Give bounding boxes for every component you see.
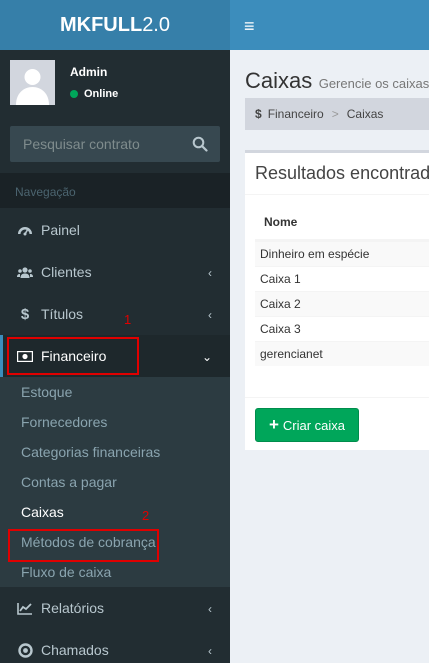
user-panel: Admin Online xyxy=(0,50,230,124)
submenu-item-fornecedores[interactable]: Fornecedores xyxy=(0,407,230,437)
search-form xyxy=(10,126,220,162)
financeiro-submenu: Estoque Fornecedores Categorias financei… xyxy=(0,377,230,587)
sidebar-item-label: Clientes xyxy=(41,264,92,280)
dollar-icon: $ xyxy=(255,107,262,121)
sidebar-item-label: Chamados xyxy=(41,642,109,658)
sidebar: MKFULL2.0 Admin Online Navegação xyxy=(0,0,230,663)
submenu-item-contas-a-pagar[interactable]: Contas a pagar xyxy=(0,467,230,497)
submenu-item-estoque[interactable]: Estoque xyxy=(0,377,230,407)
line-chart-icon xyxy=(17,600,33,616)
sidebar-item-titulos[interactable]: $ Títulos ‹ xyxy=(0,293,230,335)
user-name: Admin xyxy=(70,65,108,79)
table-row[interactable]: Caixa 1 xyxy=(255,266,429,291)
page-title: Caixas xyxy=(245,68,313,93)
sidebar-item-label: Relatórios xyxy=(41,600,105,616)
submenu-item-metodos-de-cobranca[interactable]: Métodos de cobrança xyxy=(0,527,230,557)
nav-header: Navegação xyxy=(0,173,230,208)
money-icon xyxy=(17,348,33,364)
dashboard-icon xyxy=(17,222,33,238)
chevron-left-icon: ‹ xyxy=(208,602,212,616)
results-title: Resultados encontrado xyxy=(255,163,429,183)
sidebar-item-label: Títulos xyxy=(41,306,84,322)
column-header-nome[interactable]: Nome xyxy=(255,205,429,241)
users-icon xyxy=(17,264,33,280)
sidebar-item-label: Financeiro xyxy=(41,348,107,364)
sidebar-item-relatorios[interactable]: Relatórios ‹ xyxy=(0,587,230,629)
dollar-icon: $ xyxy=(20,305,30,323)
divider xyxy=(245,397,429,398)
create-caixa-button[interactable]: + Criar caixa xyxy=(255,408,359,442)
caixas-table: Nome Dinheiro em espécie Caixa 1 Caixa 2… xyxy=(255,205,429,366)
table-row[interactable]: gerencianet xyxy=(255,341,429,366)
chevron-left-icon: ‹ xyxy=(208,308,212,322)
logo-light: 2.0 xyxy=(142,13,170,36)
sidebar-item-chamados[interactable]: Chamados ‹ xyxy=(0,629,230,663)
main-content: Caixas Gerencie os caixas d $ Financeiro… xyxy=(230,50,429,663)
submenu-item-caixas[interactable]: Caixas xyxy=(0,497,230,527)
breadcrumb-current: Caixas xyxy=(346,107,384,121)
online-dot-icon xyxy=(70,90,78,98)
menu-toggle-icon[interactable]: ≡ xyxy=(244,16,255,37)
page-subtitle: Gerencie os caixas d xyxy=(318,76,429,91)
annotation-number-1: 1 xyxy=(124,312,132,327)
breadcrumb-separator: > xyxy=(331,107,339,121)
plus-icon: + xyxy=(268,415,279,434)
chevron-down-icon: ⌄ xyxy=(201,350,212,364)
sidebar-item-label: Painel xyxy=(41,222,80,238)
sidebar-item-clientes[interactable]: Clientes ‹ xyxy=(0,251,230,293)
sidebar-item-painel[interactable]: Painel xyxy=(0,209,230,251)
avatar xyxy=(10,60,55,105)
user-status-label: Online xyxy=(84,88,119,100)
submenu-item-categorias-financeiras[interactable]: Categorias financeiras xyxy=(0,437,230,467)
sidebar-menu: Painel Clientes ‹ $ Títulos ‹ Financeiro… xyxy=(0,209,230,663)
divider xyxy=(245,194,429,195)
page-header: Caixas Gerencie os caixas d xyxy=(245,68,429,94)
breadcrumb-link-financeiro[interactable]: Financeiro xyxy=(268,107,324,121)
breadcrumb: $ Financeiro > Caixas xyxy=(245,98,429,130)
logo-bold: MKFULL xyxy=(59,13,143,36)
search-input[interactable] xyxy=(10,136,185,152)
sidebar-item-financeiro[interactable]: Financeiro ⌄ xyxy=(0,335,230,377)
annotation-number-2: 2 xyxy=(142,508,150,523)
top-navbar: ≡ xyxy=(230,0,429,50)
table-row[interactable]: Caixa 2 xyxy=(255,291,429,316)
submenu-item-fluxo-de-caixa[interactable]: Fluxo de caixa xyxy=(0,557,230,587)
table-row[interactable]: Caixa 3 xyxy=(255,316,429,341)
search-icon[interactable] xyxy=(192,136,208,152)
app-logo[interactable]: MKFULL 2.0 xyxy=(0,0,230,50)
chevron-left-icon: ‹ xyxy=(208,644,212,658)
support-icon xyxy=(17,642,33,658)
create-caixa-label: Criar caixa xyxy=(282,417,346,433)
chevron-left-icon: ‹ xyxy=(208,266,212,280)
user-status: Online xyxy=(70,88,118,100)
table-row[interactable]: Dinheiro em espécie xyxy=(255,241,429,266)
results-box: Resultados encontrado Nome Dinheiro em e… xyxy=(245,150,429,450)
